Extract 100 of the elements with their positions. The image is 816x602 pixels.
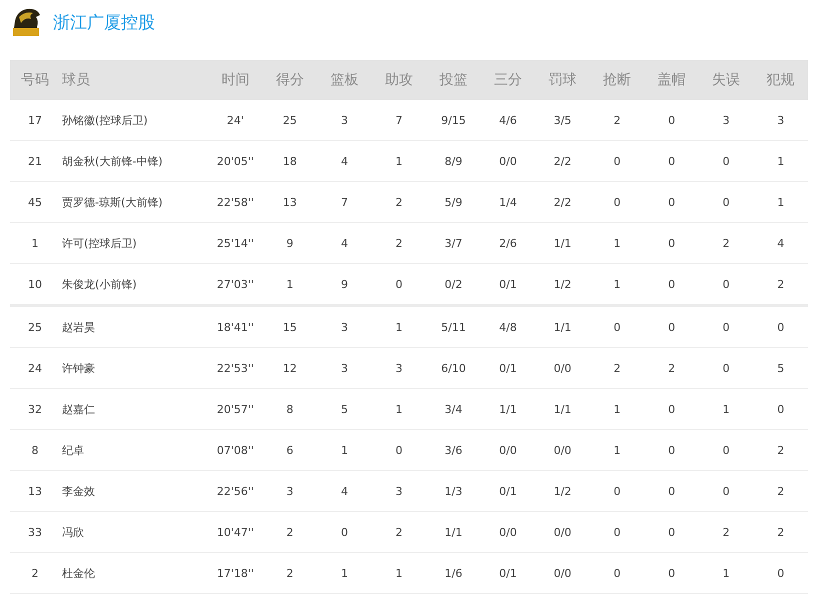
table-cell: 13 <box>262 182 318 222</box>
column-header: 篮板 <box>317 60 372 100</box>
table-cell: 0 <box>590 306 644 348</box>
table-cell: 2 <box>372 512 426 552</box>
table-cell: 24' <box>208 100 263 140</box>
table-cell: 0 <box>698 306 754 348</box>
table-cell: 1/2 <box>535 264 590 306</box>
column-header: 三分 <box>480 60 536 100</box>
table-cell: 2/6 <box>480 222 536 264</box>
table-cell: 0/1 <box>480 470 536 512</box>
table-cell: 1/1 <box>535 222 590 264</box>
table-cell: 朱俊龙(小前锋) <box>60 264 208 306</box>
table-cell: 1 <box>372 552 426 594</box>
table-cell: 5 <box>317 388 372 430</box>
table-cell: 2 <box>753 512 808 552</box>
table-cell: 9/15 <box>426 100 481 140</box>
table-cell: 22'56'' <box>208 470 263 512</box>
table-cell: 0 <box>753 306 808 348</box>
table-cell: 4 <box>317 470 372 512</box>
table-cell: 贾罗德-琼斯(大前锋) <box>60 182 208 222</box>
table-cell: 4/8 <box>480 306 536 348</box>
table-cell: 赵岩昊 <box>60 306 208 348</box>
table-cell: 1/6 <box>426 552 481 594</box>
table-cell: 0 <box>698 430 754 470</box>
column-header: 球员 <box>60 60 208 100</box>
table-cell: 0 <box>590 140 644 182</box>
table-cell: 2 <box>698 222 754 264</box>
table-cell: 10 <box>10 264 60 306</box>
table-cell: 0 <box>644 512 699 552</box>
table-cell: 1 <box>590 222 644 264</box>
table-cell: 8/9 <box>426 140 481 182</box>
column-header: 得分 <box>262 60 318 100</box>
table-cell: 0 <box>590 182 644 222</box>
table-cell: 7 <box>317 182 372 222</box>
column-header: 号码 <box>10 60 60 100</box>
table-cell: 1 <box>262 264 318 306</box>
table-cell: 0 <box>698 470 754 512</box>
table-cell: 5/9 <box>426 182 481 222</box>
table-cell: 1/1 <box>480 388 536 430</box>
table-cell: 2/2 <box>535 140 590 182</box>
table-cell: 0 <box>698 348 754 388</box>
column-header: 犯规 <box>753 60 808 100</box>
table-cell: 2 <box>10 552 60 594</box>
table-cell: 许可(控球后卫) <box>60 222 208 264</box>
table-cell: 4 <box>317 222 372 264</box>
table-cell: 0 <box>644 264 699 306</box>
table-cell: 1 <box>372 140 426 182</box>
table-cell: 0 <box>372 264 426 306</box>
table-cell: 18 <box>262 140 318 182</box>
table-cell: 赵嘉仁 <box>60 388 208 430</box>
table-cell: 24 <box>10 348 60 388</box>
table-cell: 22'58'' <box>208 182 263 222</box>
table-cell: 1 <box>698 388 754 430</box>
table-cell: 许钟豪 <box>60 348 208 388</box>
table-cell: 3 <box>317 306 372 348</box>
table-cell: 0 <box>698 264 754 306</box>
table-cell: 1 <box>590 388 644 430</box>
table-cell: 45 <box>10 182 60 222</box>
table-cell: 0/0 <box>535 430 590 470</box>
table-cell: 冯欣 <box>60 512 208 552</box>
table-cell: 0 <box>644 100 699 140</box>
table-cell: 1/2 <box>535 470 590 512</box>
table-cell: 0 <box>317 512 372 552</box>
table-cell: 3 <box>262 470 318 512</box>
table-cell: 2 <box>590 100 644 140</box>
table-cell: 0/0 <box>480 140 536 182</box>
table-cell: 2 <box>644 348 699 388</box>
table-cell: 22'53'' <box>208 348 263 388</box>
table-cell: 0/0 <box>480 512 536 552</box>
column-header: 投篮 <box>426 60 481 100</box>
table-cell: 3 <box>317 100 372 140</box>
table-cell: 6/10 <box>426 348 481 388</box>
table-cell: 1 <box>317 552 372 594</box>
table-cell: 25 <box>262 100 318 140</box>
table-cell: 20'05'' <box>208 140 263 182</box>
table-cell: 杜金伦 <box>60 552 208 594</box>
table-cell: 0 <box>644 552 699 594</box>
table-cell: 0 <box>372 430 426 470</box>
table-cell: 1/1 <box>535 306 590 348</box>
table-cell: 2/2 <box>535 182 590 222</box>
table-cell: 3/4 <box>426 388 481 430</box>
table-cell: 1 <box>10 222 60 264</box>
table-cell: 5/11 <box>426 306 481 348</box>
table-cell: 1 <box>698 552 754 594</box>
table-cell: 3 <box>698 100 754 140</box>
table-cell: 6 <box>262 430 318 470</box>
table-cell: 3 <box>317 348 372 388</box>
table-cell: 0/1 <box>480 552 536 594</box>
table-cell: 0/1 <box>480 348 536 388</box>
table-cell: 0/0 <box>535 512 590 552</box>
table-cell: 9 <box>262 222 318 264</box>
table-cell: 3/6 <box>426 430 481 470</box>
table-cell: 1/1 <box>426 512 481 552</box>
table-cell: 8 <box>262 388 318 430</box>
table-cell: 4/6 <box>480 100 536 140</box>
table-cell: 1/4 <box>480 182 536 222</box>
table-cell: 0/0 <box>535 552 590 594</box>
table-cell: 3 <box>372 470 426 512</box>
table-cell: 27'03'' <box>208 264 263 306</box>
table-cell: 7 <box>372 100 426 140</box>
